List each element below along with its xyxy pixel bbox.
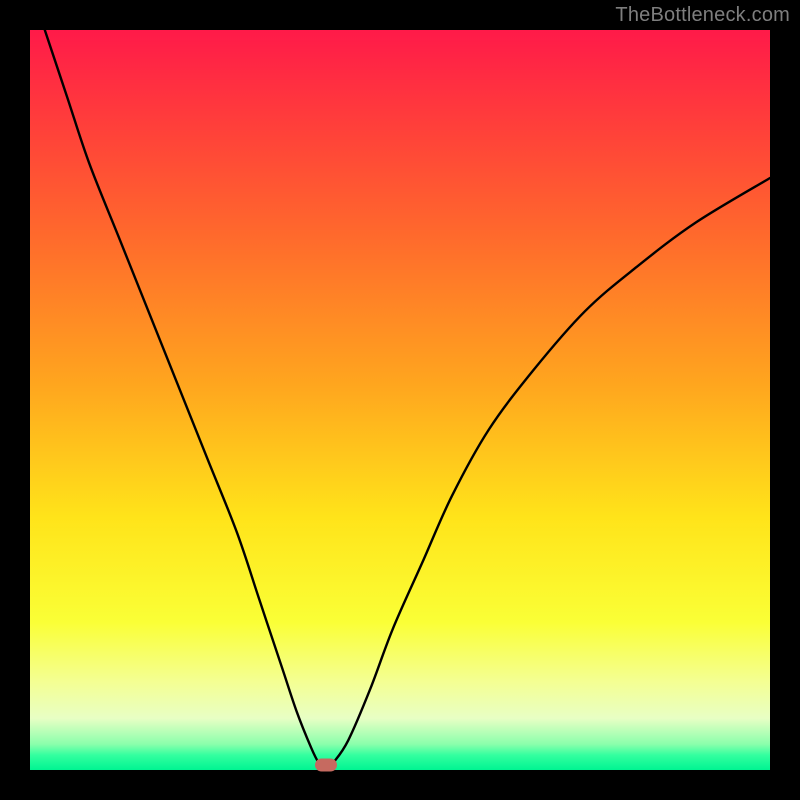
- chart-frame: TheBottleneck.com: [0, 0, 800, 800]
- optimum-marker: [315, 759, 337, 772]
- curve-path: [45, 30, 770, 770]
- watermark-text: TheBottleneck.com: [615, 4, 790, 27]
- bottleneck-curve: [30, 30, 770, 770]
- chart-plot-area: [30, 30, 770, 770]
